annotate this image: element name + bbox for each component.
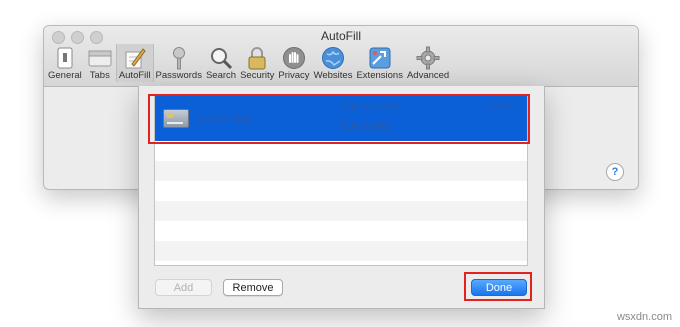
- general-icon: [51, 46, 79, 70]
- watermark: wsxdn.com: [616, 311, 672, 323]
- globe-icon: [319, 46, 347, 70]
- tabs-icon: [86, 46, 114, 70]
- highlight-done-button: [464, 272, 532, 301]
- tab-autofill-label: AutoFill: [118, 70, 151, 81]
- tab-search[interactable]: Search: [204, 44, 238, 82]
- preferences-toolbar: General Tabs AutoFill Passwords Search S…: [46, 44, 638, 86]
- list-empty-row: [155, 181, 527, 201]
- tab-tabs-label: Tabs: [89, 70, 110, 81]
- tab-passwords[interactable]: Passwords: [154, 44, 204, 82]
- help-button[interactable]: ?: [606, 163, 624, 181]
- tab-security[interactable]: Security: [238, 44, 276, 82]
- tab-advanced-label: Advanced: [406, 70, 450, 81]
- tab-tabs[interactable]: Tabs: [84, 44, 116, 82]
- list-empty-row: [155, 201, 527, 221]
- list-empty-row: [155, 141, 527, 161]
- list-empty-row: [155, 161, 527, 181]
- remove-button[interactable]: Remove: [223, 279, 283, 296]
- tab-privacy[interactable]: Privacy: [276, 44, 311, 82]
- tab-extensions-label: Extensions: [356, 70, 403, 81]
- gear-icon: [414, 46, 442, 70]
- tab-general-label: General: [48, 70, 82, 81]
- tab-websites-label: Websites: [313, 70, 353, 81]
- puzzle-icon: [366, 46, 394, 70]
- title-bar: AutoFill General Tabs AutoFill Passwords…: [44, 26, 638, 87]
- highlight-card-row: [148, 94, 530, 144]
- tab-websites[interactable]: Websites: [312, 44, 355, 82]
- list-empty-row: [155, 241, 527, 261]
- key-icon: [165, 46, 193, 70]
- tab-autofill[interactable]: AutoFill: [115, 44, 154, 82]
- autofill-icon: [121, 46, 149, 70]
- tab-security-label: Security: [240, 70, 275, 81]
- tab-passwords-label: Passwords: [155, 70, 202, 81]
- tab-general[interactable]: General: [46, 44, 84, 82]
- hand-icon: [280, 46, 308, 70]
- window-title: AutoFill: [320, 29, 361, 43]
- tab-search-label: Search: [205, 70, 237, 81]
- add-button[interactable]: Add: [155, 279, 212, 296]
- tab-extensions[interactable]: Extensions: [354, 44, 404, 82]
- magnifier-icon: [207, 46, 235, 70]
- list-empty-row: [155, 221, 527, 241]
- tab-advanced[interactable]: Advanced: [405, 44, 451, 82]
- lock-icon: [243, 46, 271, 70]
- tab-privacy-label: Privacy: [278, 70, 310, 81]
